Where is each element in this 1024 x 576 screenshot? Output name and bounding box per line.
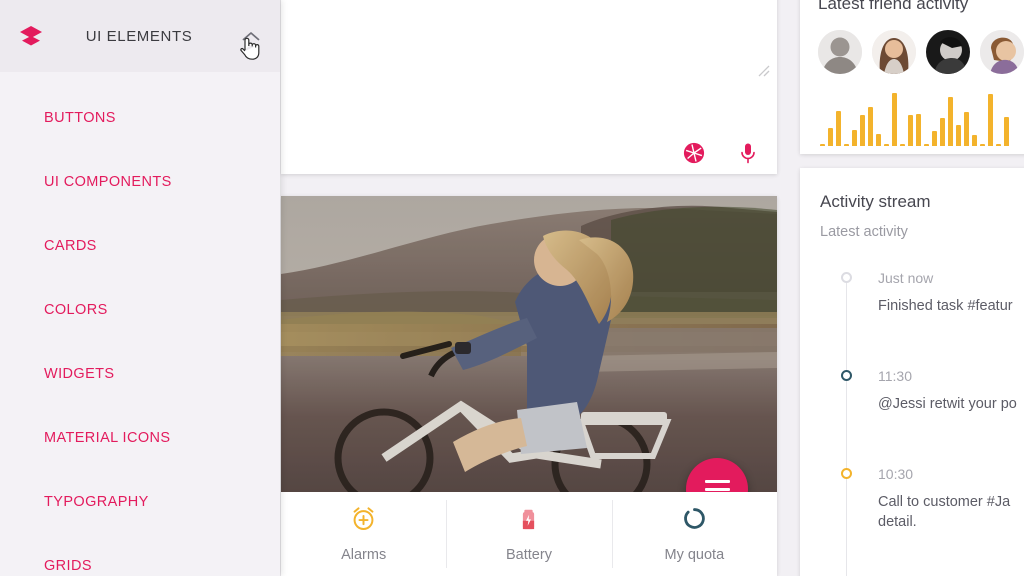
sparkline-bar — [956, 124, 961, 146]
camera-aperture-icon[interactable] — [681, 140, 707, 166]
friend-activity-title: Latest friend activity — [818, 0, 969, 13]
timeline-dot-icon — [841, 468, 852, 479]
sparkline-bar — [844, 143, 849, 146]
sidebar-item-typography[interactable]: TYPOGRAPHY — [0, 470, 280, 534]
sparkline-bar — [988, 94, 993, 146]
friend-activity-card: Latest friend activity — [800, 0, 1024, 154]
timeline-dot-icon — [841, 272, 852, 283]
photo-card: Alarms Battery My quota — [281, 196, 777, 576]
activity-time: 10:30 — [878, 466, 914, 482]
sidebar-title: UI ELEMENTS — [85, 27, 193, 45]
sparkline-bar — [900, 143, 905, 146]
microphone-icon[interactable] — [735, 140, 761, 166]
sidebar-header[interactable]: UI ELEMENTS — [0, 0, 280, 72]
sparkline-bar — [940, 118, 945, 146]
compose-textarea[interactable] — [281, 0, 777, 74]
activity-item-2[interactable]: 11:30 @Jessi retwit your po — [820, 368, 1024, 434]
activity-stream-title: Activity stream — [820, 192, 931, 211]
sidebar: UI ELEMENTS BUTTONS UI COMPONENTS CARDS … — [0, 0, 280, 576]
stat-my-quota[interactable]: My quota — [611, 492, 777, 576]
sparkline-bar — [916, 113, 921, 146]
stat-label-battery: Battery — [506, 547, 552, 563]
sidebar-item-colors[interactable]: COLORS — [0, 278, 280, 342]
sparkline-bar — [868, 106, 873, 146]
sidebar-item-material-icons[interactable]: MATERIAL ICONS — [0, 406, 280, 470]
avatar-friend-3[interactable] — [926, 30, 970, 74]
sidebar-nav-list: BUTTONS UI COMPONENTS CARDS COLORS WIDGE… — [0, 72, 280, 576]
sidebar-item-grids[interactable]: GRIDS — [0, 534, 280, 576]
activity-time: 11:30 — [878, 368, 912, 384]
activity-text: Finished task #featur — [878, 298, 1013, 314]
sparkline-bar — [1004, 116, 1009, 146]
sparkline-bar — [836, 111, 841, 146]
avatar-friend-4[interactable] — [980, 30, 1024, 74]
photo-bicycle-image — [281, 196, 777, 492]
stat-alarms[interactable]: Alarms — [281, 492, 446, 576]
sidebar-item-widgets[interactable]: WIDGETS — [0, 342, 280, 406]
sparkline-bar — [876, 133, 881, 146]
sparkline-bar — [964, 112, 969, 146]
hamburger-menu-icon — [704, 479, 730, 493]
activity-text: @Jessi retwit your po — [878, 396, 1017, 412]
sparkline-bar — [820, 143, 825, 146]
activity-item-1[interactable]: Just now Finished task #featur — [820, 270, 1024, 336]
dashboard-page: UI ELEMENTS BUTTONS UI COMPONENTS CARDS … — [0, 0, 1024, 576]
resize-grip-icon[interactable] — [757, 64, 770, 77]
sparkline-bar — [924, 143, 929, 146]
activity-stream-card: Activity stream Latest activity Just now… — [800, 168, 1024, 576]
stat-label-my-quota: My quota — [664, 547, 725, 563]
avatar-friend-2[interactable] — [872, 30, 916, 74]
sparkline-bar — [972, 134, 977, 146]
main-column: Alarms Battery My quota — [281, 0, 795, 576]
sparkline-bar — [932, 131, 937, 146]
activity-timeline: Just now Finished task #featur 11:30 @Je… — [820, 270, 1024, 576]
stat-battery[interactable]: Battery — [446, 492, 611, 576]
right-column: Latest friend activity Activity stream L… — [797, 0, 1024, 576]
friend-activity-sparkline-chart — [800, 88, 1024, 146]
activity-stream-subtitle: Latest activity — [820, 224, 908, 240]
sparkline-bar — [908, 114, 913, 146]
friend-avatar-list — [800, 14, 1024, 74]
sidebar-item-cards[interactable]: CARDS — [0, 214, 280, 278]
chevron-up-icon[interactable] — [236, 21, 266, 51]
sparkline-bar — [884, 143, 889, 146]
sparkline-bar — [852, 130, 857, 146]
alarm-add-icon — [350, 505, 377, 537]
timeline-dot-icon — [841, 370, 852, 381]
sparkline-bar — [828, 128, 833, 146]
sparkline-bar — [996, 143, 1001, 146]
quota-ring-icon — [681, 505, 708, 537]
activity-item-3[interactable]: 10:30 Call to customer #Ja detail. — [820, 466, 1024, 556]
activity-text: Call to customer #Ja detail. — [878, 494, 1011, 530]
sparkline-bar — [892, 92, 897, 146]
sparkline-bar — [860, 115, 865, 146]
stat-row: Alarms Battery My quota — [281, 492, 777, 576]
battery-charging-icon — [515, 505, 542, 537]
avatar-friend-1[interactable] — [818, 30, 862, 74]
sparkline-bar — [948, 96, 953, 146]
sidebar-item-ui-components[interactable]: UI COMPONENTS — [0, 150, 280, 214]
activity-time: Just now — [878, 270, 934, 286]
stat-label-alarms: Alarms — [341, 547, 387, 563]
sparkline-bar — [980, 143, 985, 146]
sidebar-item-buttons[interactable]: BUTTONS — [0, 86, 280, 150]
compose-card — [281, 0, 777, 174]
compose-actions — [681, 140, 761, 166]
